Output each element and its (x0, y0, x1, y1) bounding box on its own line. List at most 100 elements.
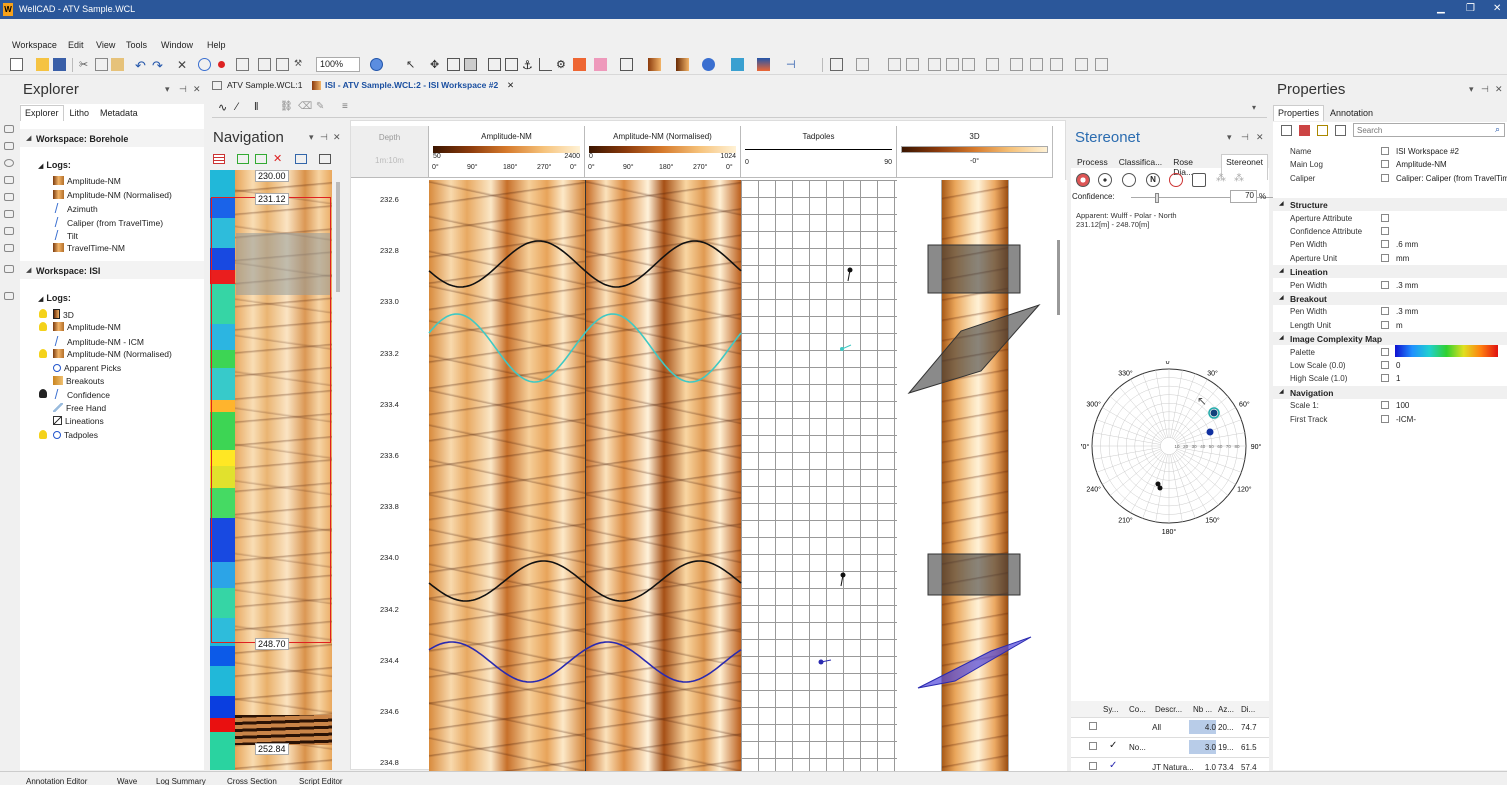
log-tilt[interactable]: Tilt (53, 230, 78, 241)
property-checkbox[interactable] (1381, 213, 1389, 222)
property-checkbox[interactable] (1381, 253, 1389, 262)
table-row[interactable]: ✓ No... 3.0 19... 61.5 (1071, 738, 1269, 758)
flag-icon[interactable] (573, 58, 586, 71)
close-button[interactable]: ✕ (1493, 3, 1501, 14)
image-log-icon[interactable] (648, 58, 661, 71)
property-section[interactable]: ◢ Lineation (1273, 265, 1507, 279)
draw-ellipse-icon[interactable] (4, 159, 14, 167)
property-row[interactable]: Scale 1: 100 (1273, 399, 1507, 412)
doc-tab-close-icon[interactable]: ✕ (507, 80, 514, 91)
menu-view[interactable]: View (96, 40, 115, 50)
line-tool-icon[interactable]: ⁄ (236, 101, 238, 113)
draw-line-icon[interactable] (4, 125, 14, 133)
property-checkbox[interactable] (1381, 173, 1389, 182)
tadpole-3[interactable] (840, 572, 846, 587)
visible-bulb-icon[interactable] (39, 322, 47, 331)
dropdown-icon[interactable]: ▾ (165, 84, 170, 95)
draw-lines-icon[interactable] (4, 292, 14, 300)
isi-log-tadpoles[interactable]: Tadpoles (39, 430, 98, 440)
property-row[interactable]: Aperture Unit mm (1273, 252, 1507, 265)
workspace-borehole-group[interactable]: ◢ Workspace: Borehole (20, 129, 204, 147)
isi-log-amplitude-normalised[interactable]: Amplitude-NM (Normalised) (39, 349, 172, 359)
log-summary-tab[interactable]: Log Summary (156, 777, 206, 785)
find-icon[interactable] (198, 58, 211, 71)
properties-search-input[interactable] (1353, 123, 1505, 137)
align-icon[interactable] (888, 58, 901, 71)
property-checkbox[interactable] (1381, 414, 1389, 423)
draw-frame-icon[interactable] (4, 210, 14, 218)
navigation-scrollbar[interactable] (336, 182, 340, 292)
anchor-icon[interactable]: ⚓ (522, 58, 535, 72)
property-row[interactable]: High Scale (1.0) 1 (1273, 372, 1507, 385)
eraser-tool-icon[interactable]: ⌫ (298, 101, 312, 112)
isi-log-3d[interactable]: 3D (39, 309, 74, 320)
isi-log-confidence[interactable]: Confidence (39, 389, 110, 400)
pen-tool-icon[interactable]: ✎ (316, 101, 324, 112)
breakout-tool-icon[interactable] (757, 58, 770, 71)
3d-plane-2[interactable] (907, 303, 1041, 394)
property-row[interactable]: Aperture Attribute (1273, 212, 1507, 225)
property-row[interactable]: Pen Width .3 mm (1273, 279, 1507, 292)
paste-icon[interactable] (111, 58, 124, 71)
close-icon[interactable]: ✕ (333, 132, 341, 143)
hidden-bulb-icon[interactable] (39, 389, 47, 398)
chain-tool-icon[interactable]: ⛓ (280, 101, 293, 112)
record-icon[interactable] (218, 61, 225, 68)
tadpole-2[interactable] (840, 344, 852, 351)
select-area-icon[interactable] (464, 58, 477, 71)
dropdown-icon[interactable]: ▾ (309, 132, 314, 143)
nav-delete-icon[interactable]: ✕ (273, 152, 282, 165)
tadpole-4[interactable] (818, 659, 832, 665)
stereo-grid-icon[interactable] (1122, 173, 1136, 187)
3d-plane-1[interactable] (927, 244, 1021, 294)
sinusoid-pick-3[interactable] (428, 560, 742, 602)
menu-tools[interactable]: Tools (126, 40, 147, 50)
window-icon[interactable] (856, 58, 869, 71)
property-checkbox[interactable] (1381, 280, 1389, 289)
distribute-icon[interactable] (962, 58, 975, 71)
3d-plane-3[interactable] (927, 553, 1021, 596)
isi-log-lineations[interactable]: Lineations (53, 416, 104, 426)
property-row[interactable]: Confidence Attribute (1273, 225, 1507, 238)
isi-log-amplitude-nm[interactable]: Amplitude-NM (39, 322, 121, 332)
pin-icon[interactable]: ⊣ (179, 84, 187, 95)
property-checkbox[interactable] (1381, 320, 1389, 329)
menu-window[interactable]: Window (161, 40, 193, 50)
draw-stamp-icon[interactable] (4, 265, 14, 273)
tab-annotation[interactable]: Annotation (1325, 105, 1378, 121)
cylinder-icon[interactable] (676, 58, 689, 71)
isi-log-free-hand[interactable]: Free Hand (53, 403, 106, 413)
dropdown-icon[interactable]: ▾ (1252, 103, 1256, 112)
pin-icon[interactable]: ⊣ (1481, 84, 1489, 95)
col-dip[interactable]: Di... (1241, 705, 1255, 714)
doc-tab-isi-workspace[interactable]: ISI - ATV Sample.WCL:2 - ISI Workspace #… (325, 80, 498, 90)
visible-bulb-icon[interactable] (39, 430, 47, 439)
tab-metadata[interactable]: Metadata (95, 105, 143, 121)
property-checkbox[interactable] (1381, 307, 1389, 316)
row-checkbox[interactable] (1089, 762, 1097, 770)
stereo-rotate-icon[interactable] (1169, 173, 1183, 187)
tadpole-1[interactable] (847, 267, 853, 282)
wave-tool-icon[interactable]: ∿ (218, 101, 227, 114)
dropdown-icon[interactable]: ▾ (1469, 84, 1474, 95)
script-editor-tab[interactable]: Script Editor (299, 777, 343, 785)
confidence-slider-thumb[interactable] (1155, 193, 1159, 203)
align-right-icon[interactable] (946, 58, 959, 71)
log-azimuth[interactable]: Azimuth (53, 203, 98, 214)
close-icon[interactable]: ✕ (193, 84, 201, 95)
menu-edit[interactable]: Edit (68, 40, 84, 50)
pin-icon[interactable]: ⊣ (1241, 132, 1249, 143)
tab-properties[interactable]: Properties (1273, 105, 1325, 121)
globe-icon[interactable] (370, 58, 383, 71)
cut-icon[interactable]: ✂ (79, 58, 92, 71)
stereo-chart-icon[interactable] (1192, 173, 1206, 187)
close-icon[interactable]: ✕ (1256, 132, 1264, 143)
tool-icon[interactable]: ⚙ (556, 58, 569, 71)
visible-bulb-icon[interactable] (39, 309, 47, 318)
workspace-isi-group[interactable]: ◢ Workspace: ISI (20, 261, 204, 279)
align-left-icon[interactable] (928, 58, 941, 71)
nav-export-icon[interactable] (295, 154, 307, 164)
restore-button[interactable]: ❐ (1466, 3, 1475, 14)
tab-litho[interactable]: Litho (65, 105, 95, 121)
property-checkbox[interactable] (1381, 401, 1389, 410)
